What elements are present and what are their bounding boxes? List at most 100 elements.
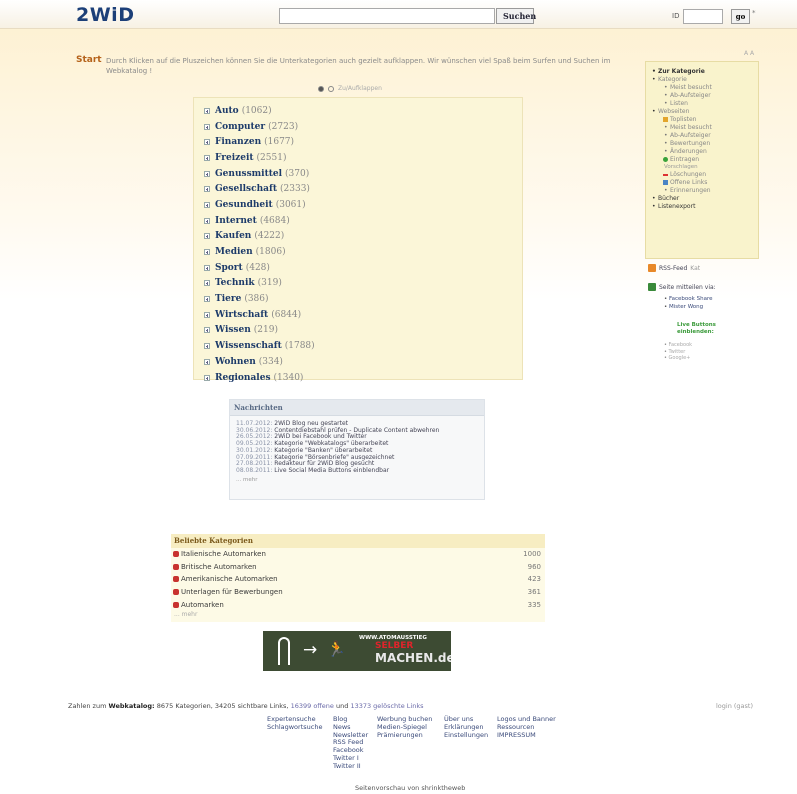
popular-name[interactable]: Italienische Automarken — [181, 550, 266, 558]
sidebar-kategorie-subitem[interactable]: Meist besucht — [664, 84, 712, 92]
sidebar-webseiten-subitem[interactable]: Änderungen — [664, 148, 712, 156]
category-item[interactable]: Tiere (386) — [204, 291, 315, 307]
news-item[interactable]: 08.08.2011: Live Social Media Buttons ei… — [236, 467, 439, 475]
category-name[interactable]: Wissenschaft — [215, 341, 282, 351]
expand-plus-icon[interactable] — [204, 280, 210, 287]
sidebar-kategorie-subitem[interactable]: Listen — [664, 100, 712, 108]
category-item[interactable]: Gesellschaft (2333) — [204, 181, 315, 197]
stats-deleted-link[interactable]: 13373 gelöschte Links — [350, 702, 423, 710]
category-name[interactable]: Wissen — [215, 325, 251, 335]
category-item[interactable]: Auto (1062) — [204, 103, 315, 119]
sidebar-erinnerungen[interactable]: Erinnerungen — [664, 187, 712, 195]
category-item[interactable]: Technik (319) — [204, 276, 315, 292]
expand-plus-icon[interactable] — [204, 249, 210, 256]
popular-name[interactable]: Unterlagen für Bewerbungen — [181, 588, 283, 596]
expand-plus-icon[interactable] — [204, 154, 210, 161]
popular-row[interactable]: Unterlagen für Bewerbungen 361 — [171, 586, 545, 599]
search-input[interactable] — [279, 8, 495, 24]
rss-feed-link[interactable]: RSS-Feed Kat — [648, 264, 700, 272]
category-item[interactable]: Sport (428) — [204, 260, 315, 276]
search-button[interactable]: Suchen — [496, 8, 536, 24]
stats-open-link[interactable]: 16399 offene — [291, 702, 334, 710]
sidebar-loeschungen[interactable]: Löschungen — [663, 171, 712, 179]
live-item[interactable]: Facebook — [664, 342, 693, 349]
category-item[interactable]: Regionales (1340) — [204, 370, 315, 386]
login-link[interactable]: login (gast) — [716, 702, 753, 710]
popular-name[interactable]: Amerikanische Automarken — [181, 575, 278, 583]
footer-link[interactable]: Twitter II — [333, 762, 368, 771]
category-name[interactable]: Wohnen — [215, 357, 256, 367]
expand-plus-icon[interactable] — [204, 233, 210, 240]
sidebar-toplisten[interactable]: Toplisten — [663, 116, 712, 124]
expand-plus-icon[interactable] — [204, 139, 210, 146]
category-name[interactable]: Wirtschaft — [215, 310, 268, 320]
footer-link[interactable]: Schlagwortsuche — [267, 723, 322, 732]
expand-plus-icon[interactable] — [204, 374, 210, 381]
sidebar-listenexport[interactable]: Listenexport — [652, 203, 712, 211]
category-name[interactable]: Tiere — [215, 294, 241, 304]
category-item[interactable]: Wissenschaft (1788) — [204, 338, 315, 354]
sidebar-buecher[interactable]: Bücher — [652, 195, 712, 203]
sidebar-offene-links[interactable]: Offene Links — [663, 179, 712, 187]
site-logo[interactable]: 2WiD — [76, 4, 134, 26]
popular-row[interactable]: Britische Automarken 960 — [171, 561, 545, 574]
category-item[interactable]: Wirtschaft (6844) — [204, 307, 315, 323]
category-name[interactable]: Internet — [215, 216, 257, 226]
category-item[interactable]: Gesundheit (3061) — [204, 197, 315, 213]
footer-link[interactable]: IMPRESSUM — [497, 731, 556, 740]
expand-plus-icon[interactable] — [204, 201, 210, 208]
category-name[interactable]: Medien — [215, 247, 253, 257]
sidebar-webseiten-subitem[interactable]: Ab-Aufsteiger — [664, 132, 712, 140]
popular-row[interactable]: Italienische Automarken 1000 — [171, 548, 545, 561]
category-name[interactable]: Genussmittel — [215, 169, 282, 179]
live-buttons-toggle[interactable]: Live Buttons einblenden: — [677, 322, 716, 336]
category-name[interactable]: Gesellschaft — [215, 184, 277, 194]
category-name[interactable]: Finanzen — [215, 137, 261, 147]
category-item[interactable]: Finanzen (1677) — [204, 134, 315, 150]
category-name[interactable]: Sport — [215, 263, 243, 273]
popular-name[interactable]: Automarken — [181, 601, 224, 609]
footer-link[interactable]: Einstellungen — [444, 731, 488, 740]
preview-credit[interactable]: Seitenvorschau von shrinktheweb — [355, 784, 465, 792]
expand-plus-icon[interactable] — [204, 311, 210, 318]
go-button[interactable]: go — [731, 9, 750, 24]
expand-plus-icon[interactable] — [204, 327, 210, 334]
category-item[interactable]: Medien (1806) — [204, 244, 315, 260]
radio-collapsed[interactable] — [318, 85, 324, 92]
id-input[interactable] — [683, 9, 723, 24]
expand-plus-icon[interactable] — [204, 170, 210, 177]
category-name[interactable]: Kaufen — [215, 231, 251, 241]
expand-plus-icon[interactable] — [204, 343, 210, 350]
sidebar-kategorie-subitem[interactable]: Ab-Aufsteiger — [664, 92, 712, 100]
sidebar-zur-kategorie[interactable]: Zur Kategorie — [652, 68, 712, 76]
expand-plus-icon[interactable] — [204, 107, 210, 114]
expand-plus-icon[interactable] — [204, 217, 210, 224]
category-name[interactable]: Auto — [215, 106, 239, 116]
popular-row[interactable]: Amerikanische Automarken 423 — [171, 573, 545, 586]
sidebar-webseiten-subitem[interactable]: Bewertungen — [664, 140, 712, 148]
popular-row[interactable]: Automarken 335 — [171, 599, 545, 612]
category-item[interactable]: Wohnen (334) — [204, 354, 315, 370]
radio-expanded[interactable] — [328, 85, 334, 92]
category-item[interactable]: Wissen (219) — [204, 323, 315, 339]
category-name[interactable]: Computer — [215, 122, 265, 132]
news-more-link[interactable]: ... mehr — [236, 477, 439, 484]
category-name[interactable]: Freizeit — [215, 153, 254, 163]
category-item[interactable]: Kaufen (4222) — [204, 229, 315, 245]
category-name[interactable]: Regionales — [215, 373, 271, 383]
share-item[interactable]: Facebook Share — [664, 296, 712, 304]
expand-plus-icon[interactable] — [204, 264, 210, 271]
category-item[interactable]: Freizeit (2551) — [204, 150, 315, 166]
category-item[interactable]: Genussmittel (370) — [204, 166, 315, 182]
live-item[interactable]: Google+ — [664, 355, 692, 362]
share-item[interactable]: Mister Wong — [664, 304, 712, 312]
expand-plus-icon[interactable] — [204, 123, 210, 130]
expand-plus-icon[interactable] — [204, 186, 210, 193]
footer-link[interactable]: Prämierungen — [377, 731, 432, 740]
sidebar-vorschlagen[interactable]: Vorschlagen — [658, 164, 712, 171]
atomausstieg-banner[interactable]: → 🏃 WWW.ATOMAUSSTIEG SELBER MACHEN.de — [263, 631, 451, 671]
category-name[interactable]: Gesundheit — [215, 200, 273, 210]
sidebar-webseiten-subitem[interactable]: Meist besucht — [664, 124, 712, 132]
font-size-toggle[interactable]: A A — [744, 50, 754, 57]
category-name[interactable]: Technik — [215, 278, 255, 288]
